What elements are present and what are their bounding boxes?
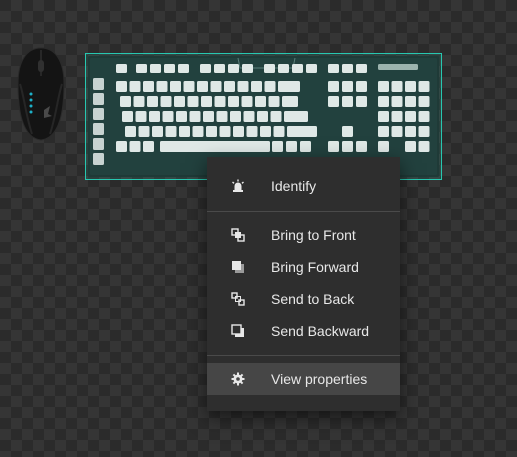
mouse-device[interactable] — [14, 46, 68, 142]
send-backward-icon — [231, 324, 245, 338]
menu-item-bring-to-front[interactable]: Bring to Front — [207, 219, 400, 251]
menu-item-label: Bring Forward — [271, 259, 359, 275]
send-to-back-icon — [231, 292, 245, 306]
menu-item-label: Send Backward — [271, 323, 370, 339]
menu-item-send-to-back[interactable]: Send to Back — [207, 283, 400, 315]
menu-divider — [207, 355, 400, 356]
bring-to-front-icon — [231, 228, 245, 242]
menu-divider — [207, 211, 400, 212]
beacon-icon — [231, 179, 245, 193]
bring-forward-icon — [231, 260, 245, 274]
mouse-image — [17, 47, 65, 141]
menu-item-label: Identify — [271, 178, 317, 194]
context-menu: Identify Bring to Front Bring Forward Se… — [207, 157, 400, 411]
menu-item-identify[interactable]: Identify — [207, 170, 400, 202]
menu-item-view-properties[interactable]: View properties — [207, 363, 400, 395]
menu-item-bring-forward[interactable]: Bring Forward — [207, 251, 400, 283]
menu-item-label: Send to Back — [271, 291, 355, 307]
gear-icon — [231, 372, 245, 386]
menu-item-label: Bring to Front — [271, 227, 356, 243]
menu-item-send-backward[interactable]: Send Backward — [207, 315, 400, 347]
menu-item-label: View properties — [271, 371, 368, 387]
